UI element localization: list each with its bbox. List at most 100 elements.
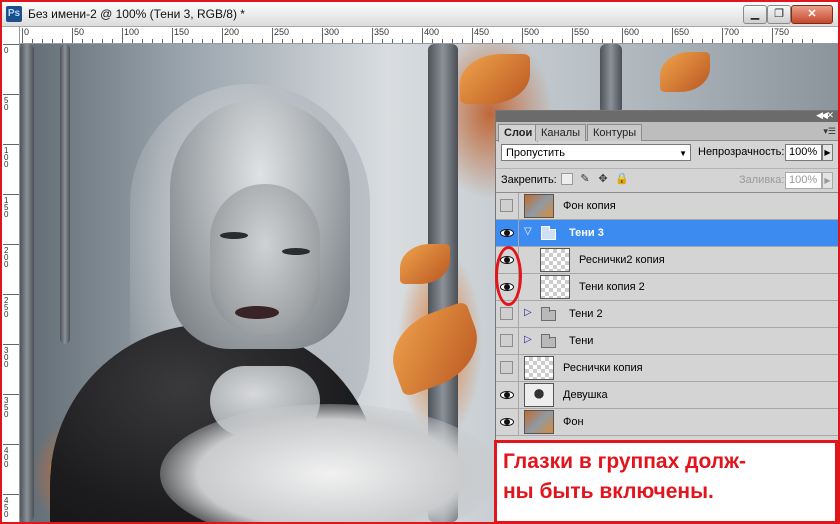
ruler-tick [3,194,19,195]
ruler-tick [3,94,19,95]
ruler-label: 100 [4,146,9,169]
expand-down-icon[interactable]: ▽ [524,226,532,237]
ruler-tick [42,39,43,43]
layer-group-row[interactable]: ▽ Тени 3 [496,220,838,247]
ruler-tick [332,39,333,43]
visibility-toggle[interactable] [496,220,519,246]
ruler-label: 300 [324,27,340,37]
highlight-circle [495,246,522,306]
visibility-toggle[interactable] [496,355,519,381]
restore-button[interactable]: ❐ [767,5,791,24]
layer-row[interactable]: Фон копия [496,193,838,220]
tree-trunk [600,44,622,114]
ruler-tick [322,28,323,43]
tab-channels[interactable]: Каналы [535,124,587,141]
layer-row[interactable]: Девушка [496,382,838,409]
ruler-tick [212,39,213,43]
visibility-toggle[interactable] [496,409,519,435]
ruler-tick [812,39,813,43]
layer-row[interactable]: Фон [496,409,838,436]
ruler-label: 250 [4,296,9,319]
layer-group-row[interactable]: ▷ Тени 2 [496,301,838,328]
restore-icon: ❐ [774,8,784,20]
photoshop-app-icon: Ps [6,6,22,22]
ruler-label: 700 [724,27,740,37]
tab-paths[interactable]: Контуры [587,124,643,141]
visibility-toggle[interactable] [496,382,519,408]
fill-slider-button[interactable]: ▶ [822,172,833,189]
folder-icon [541,334,556,348]
horizontal-ruler[interactable]: 0 50 100 150 200 250 300 350 400 450 500 550 600 650 7… [20,27,838,44]
ruler-tick [462,39,463,43]
ruler-tick [442,39,443,43]
ruler-tick [732,39,733,43]
ruler-tick [662,39,663,43]
tree-trunk [20,44,34,522]
opacity-field[interactable]: 100% [785,144,822,161]
fill-field[interactable]: 100% [785,172,822,189]
visibility-off-box [500,307,513,320]
ruler-tick [3,444,19,445]
ruler-tick [142,39,143,43]
ruler-tick [272,28,273,43]
layer-name: Реснички копия [563,362,643,374]
expand-right-icon[interactable]: ▷ [524,334,532,345]
blend-mode-select[interactable]: Пропустить ▼ [501,144,691,161]
visibility-toggle[interactable] [496,193,519,219]
minimize-button[interactable]: ▁ [743,5,767,24]
ruler-tick [592,39,593,43]
expand-right-icon[interactable]: ▷ [524,307,532,318]
opacity-label: Непрозрачность: [698,146,785,158]
ruler-tick [222,28,223,43]
ruler-label: 550 [574,27,590,37]
visibility-toggle[interactable] [496,328,519,354]
lock-label: Закрепить: [501,174,557,186]
blend-row: Пропустить ▼ Непрозрачность: 100% ▶ [496,141,838,167]
eye-icon [500,391,514,399]
ruler-tick [52,39,53,43]
lock-row: Закрепить: ✎ ✥ 🔒 Заливка: 100% ▶ [496,168,838,191]
ruler-label: 0 [24,27,30,37]
ruler-tick [672,28,673,43]
ruler-tick [92,39,93,43]
tab-layers[interactable]: Слои [498,124,539,142]
ruler-tick [712,39,713,43]
lock-all-icon[interactable]: 🔒 [615,173,629,185]
screenshot-frame: Ps Без имени-2 @ 100% (Тени 3, RGB/8) * … [0,0,840,524]
ruler-tick [482,39,483,43]
layers-panel: ◀◀ ✕ Слои Каналы Контуры ▾☰ Пропустить ▼… [495,110,838,442]
ruler-tick [152,39,153,43]
close-button[interactable]: ✕ [791,5,833,24]
ruler-tick [632,39,633,43]
ruler-label: 600 [624,27,640,37]
ruler-tick [522,28,523,43]
layer-row[interactable]: Реснички копия [496,355,838,382]
layer-name: Тени [569,335,594,347]
collapse-panel-icon[interactable]: ◀◀ ✕ [816,110,834,121]
lock-paint-icon[interactable]: ✎ [579,173,591,185]
annotation-line-2: ны быть включены. [503,480,714,503]
ruler-tick [3,344,19,345]
panel-menu-icon[interactable]: ▾☰ [823,126,836,137]
layer-group-row[interactable]: ▷ Тени [496,328,838,355]
ruler-tick [422,28,423,43]
ruler-label: 50 [4,96,9,112]
annotation-line-1: Глазки в группах долж- [503,450,746,473]
lock-position-icon[interactable]: ✥ [597,173,609,185]
eye-icon [500,418,514,426]
opacity-slider-button[interactable]: ▶ [822,144,833,161]
ruler-label: 0 [4,46,9,55]
ruler-tick [232,39,233,43]
document-title: Без имени-2 @ 100% (Тени 3, RGB/8) * [28,7,245,21]
vertical-ruler[interactable]: 0 50 100 150 200 250 300 350 400 450 [2,27,20,522]
layer-name: Девушка [563,389,608,401]
layer-thumbnail [524,410,554,434]
lock-transparency-icon[interactable] [561,173,573,185]
layer-row[interactable]: Тени копия 2 [496,274,838,301]
ruler-tick [342,39,343,43]
layer-row[interactable]: Реснички2 копия [496,247,838,274]
ruler-tick [252,39,253,43]
folder-icon [541,307,556,321]
title-bar: Ps Без имени-2 @ 100% (Тени 3, RGB/8) * … [2,2,838,27]
annotation-box: Глазки в группах долж- ны быть включены. [494,440,838,522]
